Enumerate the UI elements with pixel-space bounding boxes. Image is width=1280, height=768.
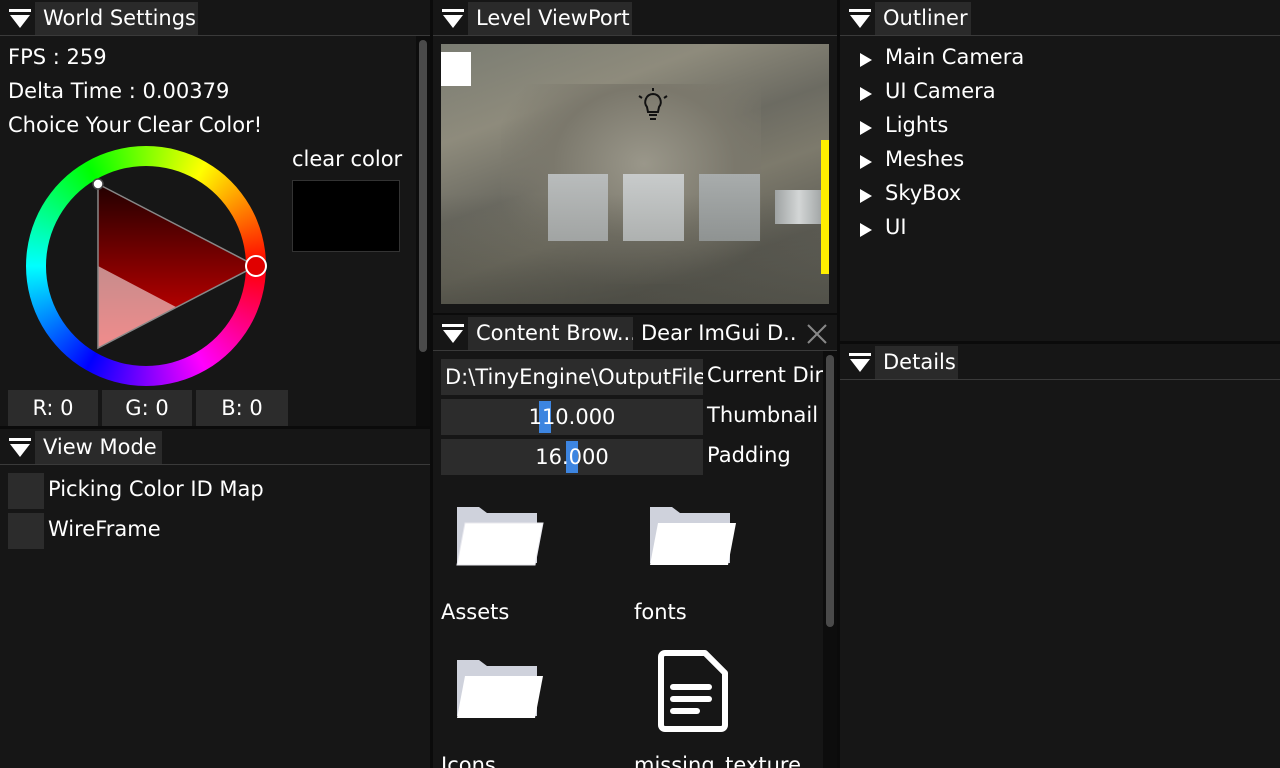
padding-label: Padding: [707, 443, 791, 467]
folder-icon[interactable]: [648, 503, 738, 573]
content-browser-panel: Content Brow... Dear ImGui D... D:\TinyE…: [433, 315, 837, 768]
wireframe-checkbox[interactable]: [8, 513, 44, 549]
viewport-render[interactable]: [441, 44, 829, 304]
level-viewport-panel: Level ViewPort: [433, 0, 837, 313]
world-settings-panel: World Settings FPS : 259 Delta Time : 0.…: [0, 0, 430, 426]
outliner-item-skybox[interactable]: SkyBox: [885, 181, 961, 205]
mesh-cube-1[interactable]: [548, 174, 608, 241]
item-label-assets[interactable]: Assets: [441, 600, 509, 624]
expand-arrow-icon[interactable]: [860, 121, 872, 135]
expand-arrow-icon[interactable]: [860, 155, 872, 169]
wireframe-label: WireFrame: [48, 517, 161, 541]
splitter-left[interactable]: [430, 0, 433, 768]
tab-level-viewport[interactable]: Level ViewPort: [468, 2, 632, 35]
expand-arrow-icon[interactable]: [860, 53, 872, 67]
tab-outliner[interactable]: Outliner: [875, 2, 971, 35]
hue-handle[interactable]: [245, 255, 267, 277]
item-label-icons[interactable]: Icons: [441, 753, 496, 768]
tab-content-browser[interactable]: Content Brow...: [468, 317, 633, 350]
collapse-icon[interactable]: [442, 324, 464, 344]
clear-color-swatch[interactable]: [292, 180, 400, 252]
tab-dear-imgui-demo[interactable]: Dear ImGui D...: [633, 317, 798, 350]
tab-world-settings[interactable]: World Settings: [35, 2, 198, 35]
outliner-item-main-camera[interactable]: Main Camera: [885, 45, 1024, 69]
expand-arrow-icon[interactable]: [860, 87, 872, 101]
view-mode-panel: View Mode Picking Color ID Map WireFrame: [0, 429, 430, 768]
fps-label: FPS : 259: [8, 45, 107, 69]
picking-color-id-checkbox[interactable]: [8, 473, 44, 509]
collapse-icon[interactable]: [442, 9, 464, 29]
outliner-titlebar: Outliner: [840, 0, 1280, 36]
outliner-item-ui[interactable]: UI: [885, 215, 907, 239]
triangle-handle[interactable]: [92, 178, 104, 190]
g-value-field[interactable]: G: 0: [102, 390, 192, 426]
collapse-icon[interactable]: [849, 353, 871, 373]
collapse-icon[interactable]: [849, 9, 871, 29]
mesh-cube-3[interactable]: [699, 174, 760, 241]
current-dir-input[interactable]: D:\TinyEngine\OutputFile: [441, 359, 703, 395]
tab-details[interactable]: Details: [875, 346, 958, 379]
world-settings-titlebar: World Settings: [0, 0, 430, 36]
scrollbar-thumb[interactable]: [826, 355, 834, 627]
r-value-field[interactable]: R: 0: [8, 390, 98, 426]
color-wheel-picker[interactable]: [16, 136, 276, 396]
delta-time-label: Delta Time : 0.00379: [8, 79, 230, 103]
clear-color-prompt: Choice Your Clear Color!: [8, 113, 263, 137]
padding-slider[interactable]: 16.000: [441, 439, 703, 475]
tab-view-mode[interactable]: View Mode: [35, 431, 162, 464]
outliner-item-ui-camera[interactable]: UI Camera: [885, 79, 996, 103]
thumbnail-value: 110.000: [528, 405, 616, 429]
folder-icon[interactable]: [455, 656, 545, 726]
current-dir-label: Current Dir: [707, 363, 823, 387]
collapse-icon[interactable]: [9, 9, 31, 29]
item-label-missing-texture[interactable]: missing_texture: [634, 753, 801, 768]
ui-quad[interactable]: [441, 52, 471, 86]
expand-arrow-icon[interactable]: [860, 223, 872, 237]
scrollbar-thumb[interactable]: [419, 40, 427, 352]
folder-icon[interactable]: [455, 503, 545, 573]
yellow-bar[interactable]: [821, 140, 829, 274]
splitter-outliner-details[interactable]: [840, 341, 1280, 344]
collapse-icon[interactable]: [9, 438, 31, 458]
clear-color-label: clear color: [292, 147, 403, 171]
close-icon[interactable]: [806, 323, 828, 345]
world-settings-scrollbar[interactable]: [416, 36, 430, 426]
mesh-cube-2[interactable]: [623, 174, 684, 241]
content-browser-scrollbar[interactable]: [823, 351, 837, 768]
splitter-viewport-browser[interactable]: [433, 313, 837, 315]
details-titlebar: Details: [840, 344, 1280, 380]
light-bulb-icon[interactable]: [638, 88, 668, 124]
splitter-world-viewmode[interactable]: [0, 426, 430, 429]
view-mode-titlebar: View Mode: [0, 429, 430, 465]
padding-value: 16.000: [535, 445, 609, 469]
outliner-item-meshes[interactable]: Meshes: [885, 147, 964, 171]
details-panel: Details: [840, 344, 1280, 768]
outliner-item-lights[interactable]: Lights: [885, 113, 948, 137]
thumbnail-label: Thumbnail: [707, 403, 819, 427]
thumbnail-size-slider[interactable]: 110.000: [441, 399, 703, 435]
file-icon[interactable]: [657, 649, 729, 733]
content-browser-titlebar: Content Brow... Dear ImGui D...: [433, 315, 837, 351]
mesh-cube-4[interactable]: [775, 190, 823, 224]
splitter-right[interactable]: [837, 0, 840, 768]
item-label-fonts[interactable]: fonts: [634, 600, 687, 624]
expand-arrow-icon[interactable]: [860, 189, 872, 203]
b-value-field[interactable]: B: 0: [196, 390, 288, 426]
level-viewport-titlebar: Level ViewPort: [433, 0, 837, 36]
picking-color-id-label: Picking Color ID Map: [48, 477, 264, 501]
